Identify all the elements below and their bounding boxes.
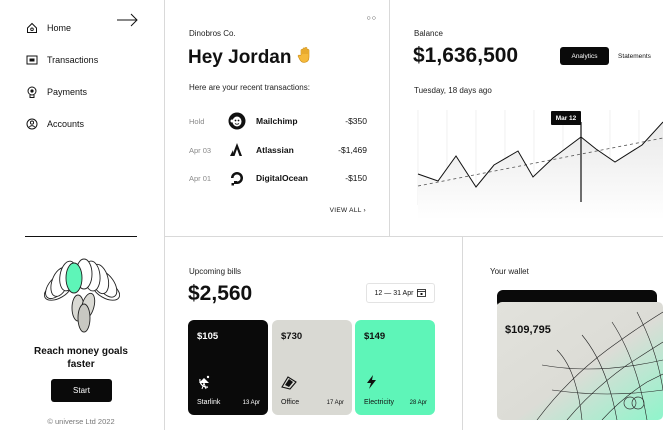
view-all-link[interactable]: VIEW ALL › <box>330 207 366 214</box>
transaction-amount: -$350 <box>345 116 367 126</box>
bills-label: Upcoming bills <box>189 267 242 276</box>
bill-date: 17 Apr <box>326 400 344 406</box>
view-all-label: VIEW ALL <box>329 207 362 214</box>
transaction-amount: -$150 <box>345 173 367 183</box>
balance-chart[interactable] <box>390 100 663 220</box>
sidebar-divider <box>25 236 137 237</box>
sidebar-item-label: Transactions <box>47 55 99 65</box>
tab-analytics[interactable]: Analytics <box>560 47 609 65</box>
collapse-arrow-icon[interactable] <box>117 12 139 33</box>
atlassian-icon <box>227 140 247 160</box>
chart-marker-label: Mar 12 <box>555 114 577 122</box>
bill-amount: $149 <box>364 331 386 342</box>
sidebar-item-label: Payments <box>47 87 88 97</box>
promo-illustration <box>40 252 124 341</box>
sidebar-item-label: Home <box>47 23 72 33</box>
transaction-amount: -$1,469 <box>338 145 367 155</box>
office-icon <box>281 374 297 395</box>
more-options-icon[interactable]: ○○ <box>367 15 377 22</box>
sidebar-item-accounts[interactable]: Accounts <box>25 108 140 140</box>
bill-date: 28 Apr <box>409 400 427 406</box>
balance-label: Balance <box>414 29 443 38</box>
transaction-row[interactable]: Apr 01 DigitalOcean -$150 <box>189 168 367 188</box>
tab-statements[interactable]: Statements <box>609 47 660 65</box>
bill-name: Office <box>281 399 300 406</box>
greeting-panel: Dinobros Co. ○○ Hey Jordan Here are your… <box>165 0 390 237</box>
date-range-picker[interactable]: 12 — 31 Apr <box>366 283 435 303</box>
transaction-name: DigitalOcean <box>256 173 308 183</box>
balance-amount: $1,636,500 <box>413 44 519 67</box>
page-title: Hey Jordan <box>188 45 316 71</box>
wallet-label: Your wallet <box>490 267 529 276</box>
recent-transactions-label: Here are your recent transactions: <box>189 83 310 92</box>
balance-panel: Balance $1,636,500 Analytics Statements … <box>390 0 663 237</box>
payments-icon <box>25 85 39 99</box>
waving-hand-icon <box>296 45 316 71</box>
sidebar-item-label: Accounts <box>47 119 85 129</box>
transaction-name: Atlassian <box>256 145 294 155</box>
chart-area <box>418 122 663 220</box>
electricity-icon <box>364 374 380 395</box>
front-card <box>497 302 663 420</box>
sidebar-item-payments[interactable]: Payments <box>25 76 140 108</box>
calendar-icon <box>417 288 427 299</box>
bill-name: Electricity <box>364 399 394 406</box>
transactions-icon <box>25 53 39 67</box>
bill-card-office[interactable]: $730 Office 17 Apr <box>272 320 352 415</box>
transaction-name: Mailchimp <box>256 116 298 126</box>
satellite-icon <box>197 374 213 395</box>
transaction-date: Apr 01 <box>189 173 212 183</box>
bills-amount: $2,560 <box>188 282 253 305</box>
transaction-date: Apr 03 <box>189 145 212 155</box>
sidebar-item-transactions[interactable]: Transactions <box>25 44 140 76</box>
bill-amount: $105 <box>197 331 219 342</box>
start-button[interactable]: Start <box>51 379 112 402</box>
copyright-text: © universe Ltd 2022 <box>47 417 115 426</box>
company-name: Dinobros Co. <box>189 29 236 38</box>
sidebar: Home Transactions Payments Accounts Reac… <box>0 0 165 430</box>
transaction-row[interactable]: Hold Mailchimp -$350 <box>189 111 367 131</box>
bills-panel: Upcoming bills $2,560 12 — 31 Apr $105 S… <box>165 237 463 430</box>
bill-card-electricity[interactable]: $149 Electricity 28 Apr <box>355 320 435 415</box>
balance-date: Tuesday, 18 days ago <box>414 86 492 95</box>
bill-name: Starlink <box>197 399 221 406</box>
accounts-icon <box>25 117 39 131</box>
greeting-title: Hey Jordan <box>188 47 292 68</box>
chevron-right-icon: › <box>363 207 366 214</box>
bill-amount: $730 <box>281 331 303 342</box>
balance-tabs: Analytics Statements <box>560 47 660 65</box>
transaction-date: Hold <box>189 116 205 126</box>
bill-card-starlink[interactable]: $105 Starlink 13 Apr <box>188 320 268 415</box>
transaction-row[interactable]: Apr 03 Atlassian -$1,469 <box>189 140 367 160</box>
wallet-card[interactable] <box>497 290 663 420</box>
promo-text: Reach money goals faster <box>34 346 128 370</box>
mailchimp-icon <box>227 111 247 131</box>
wallet-panel: Your wallet $109,795 <box>463 237 663 430</box>
wallet-card-amount: $109,795 <box>505 324 551 336</box>
bill-date: 13 Apr <box>242 400 260 406</box>
date-range-label: 12 — 31 Apr <box>374 289 414 297</box>
digitalocean-icon <box>227 168 247 188</box>
home-icon <box>25 21 39 35</box>
